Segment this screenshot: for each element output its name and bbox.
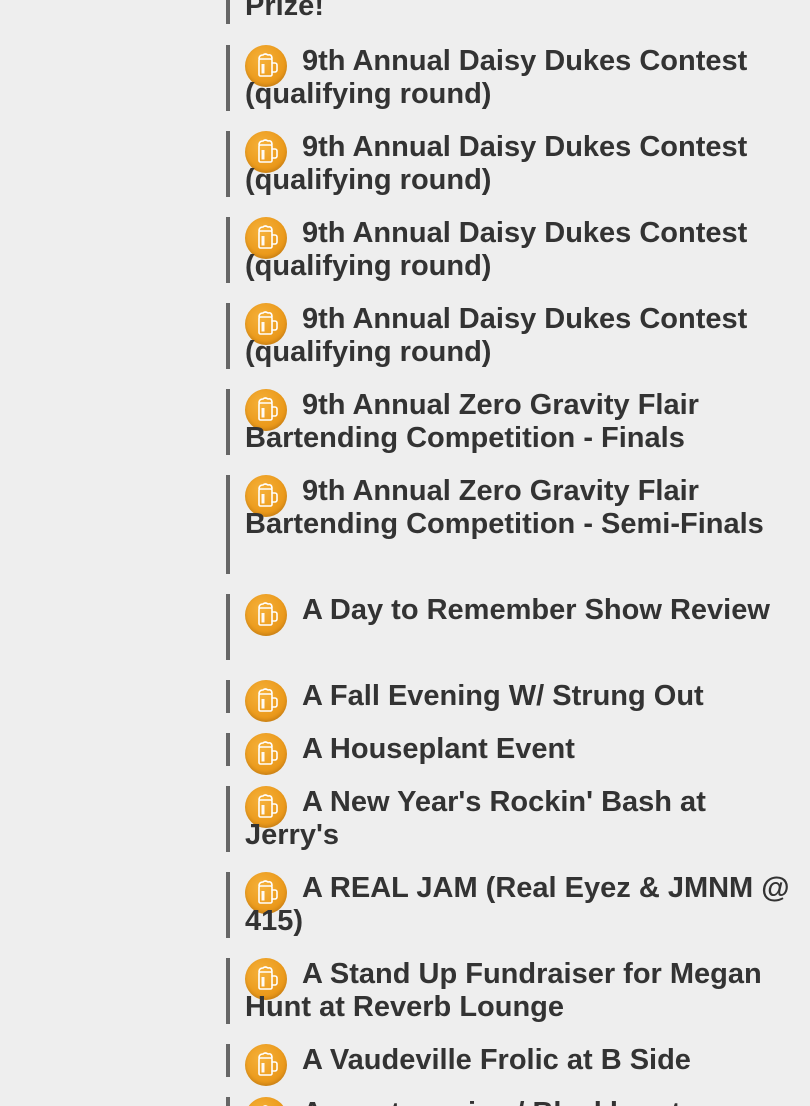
list-item[interactable]: 9th Annual Daisy Dukes Contest (qualifyi… (226, 45, 786, 111)
event-title: A REAL JAM (Real Eyez & JMNM @ 415) (245, 872, 790, 937)
list-item[interactable]: 9th Annual Daisy Dukes Contest (qualifyi… (226, 303, 786, 369)
event-title: 9th Annual Zero Gravity Flair Bartending… (245, 475, 764, 540)
event-title: Prize! (245, 0, 324, 22)
list-item[interactable]: A Stand Up Fundraiser for Megan Hunt at … (226, 958, 786, 1024)
event-title: 9th Annual Zero Gravity Flair Bartending… (245, 389, 699, 454)
list-item[interactable]: 9th Annual Daisy Dukes Contest (qualifyi… (226, 131, 786, 197)
list-item[interactable]: 9th Annual Zero Gravity Flair Bartending… (226, 475, 786, 574)
list-item[interactable]: 9th Annual Zero Gravity Flair Bartending… (226, 389, 786, 455)
event-title: 9th Annual Daisy Dukes Contest (qualifyi… (245, 131, 748, 196)
event-list: Prize! 9th Annual Daisy Dukes Contest (q… (0, 0, 810, 1106)
list-item[interactable]: 9th Annual Daisy Dukes Contest (qualifyi… (226, 217, 786, 283)
list-item[interactable]: A Day to Remember Show Review (226, 594, 786, 660)
event-title: A Houseplant Event (302, 733, 575, 765)
list-item[interactable]: Acoustasonics / Blackhearts (226, 1097, 786, 1106)
list-item[interactable]: A Houseplant Event (226, 733, 786, 775)
event-title: A Stand Up Fundraiser for Megan Hunt at … (245, 958, 762, 1023)
event-title: Acoustasonics / Blackhearts (245, 1097, 792, 1106)
event-title: A New Year's Rockin' Bash at Jerry's (245, 786, 706, 851)
list-item[interactable]: A REAL JAM (Real Eyez & JMNM @ 415) (226, 872, 790, 938)
event-title: A Day to Remember Show Review (302, 594, 770, 626)
list-item[interactable]: A New Year's Rockin' Bash at Jerry's (226, 786, 786, 852)
event-title: A Fall Evening W/ Strung Out (302, 680, 704, 712)
event-title: 9th Annual Daisy Dukes Contest (qualifyi… (245, 45, 748, 110)
event-title: 9th Annual Daisy Dukes Contest (qualifyi… (245, 217, 748, 282)
list-item-partial[interactable]: Prize! (226, 0, 786, 24)
event-title: A Vaudeville Frolic at B Side (302, 1044, 691, 1076)
list-item[interactable]: A Vaudeville Frolic at B Side (226, 1044, 786, 1086)
list-item[interactable]: A Fall Evening W/ Strung Out (226, 680, 786, 722)
event-title: 9th Annual Daisy Dukes Contest (qualifyi… (245, 303, 748, 368)
